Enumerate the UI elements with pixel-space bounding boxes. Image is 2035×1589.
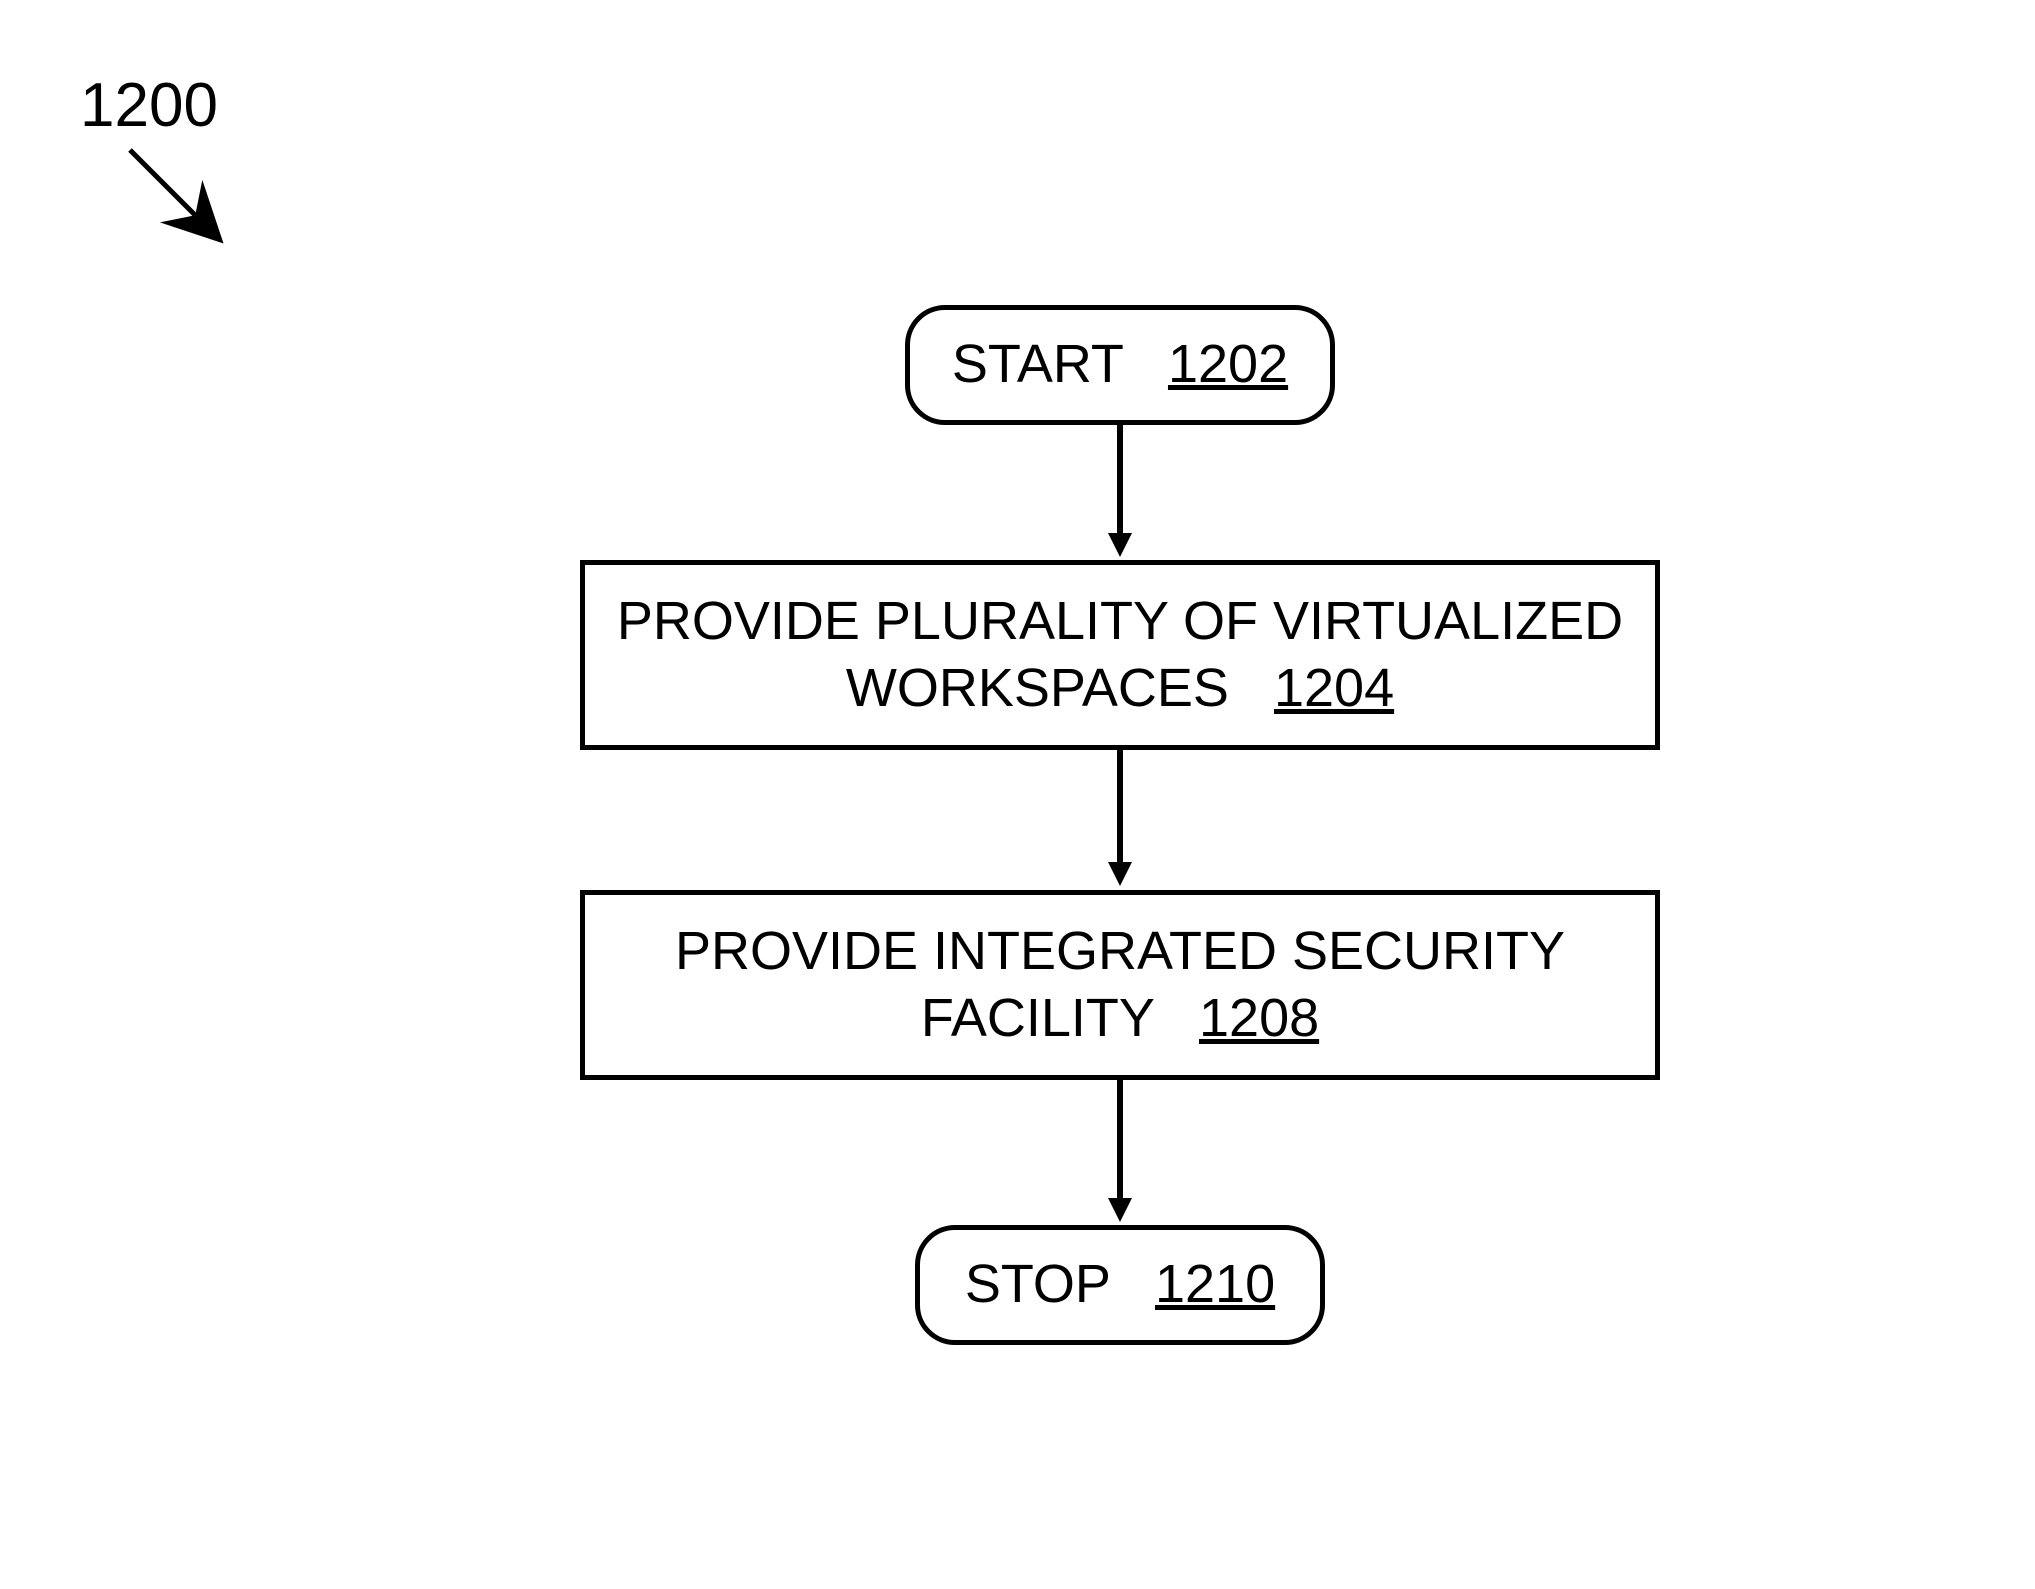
start-ref: 1202 bbox=[1168, 334, 1288, 394]
start-node: START 1202 bbox=[905, 305, 1335, 425]
stop-node: STOP 1210 bbox=[915, 1225, 1325, 1345]
start-text: START bbox=[952, 334, 1123, 394]
step2-node: PROVIDE INTEGRATED SECURITY FACILITY 120… bbox=[580, 890, 1660, 1080]
stop-text: STOP bbox=[965, 1254, 1110, 1314]
arrow-step1-to-step2 bbox=[1090, 750, 1150, 900]
step2-ref: 1208 bbox=[1199, 988, 1319, 1048]
figure-label-arrow bbox=[120, 140, 250, 270]
arrow-start-to-step1 bbox=[1090, 425, 1150, 565]
flowchart-canvas: 1200 START 1202 PROVIDE PLURALITY OF VIR… bbox=[0, 0, 2035, 1589]
figure-number-label: 1200 bbox=[80, 70, 218, 141]
arrow-step2-to-stop bbox=[1090, 1080, 1150, 1235]
step1-ref: 1204 bbox=[1274, 658, 1394, 718]
step1-text: PROVIDE PLURALITY OF VIRTUALIZED WORKSPA… bbox=[617, 591, 1623, 719]
step2-text: PROVIDE INTEGRATED SECURITY FACILITY bbox=[675, 921, 1565, 1049]
step1-node: PROVIDE PLURALITY OF VIRTUALIZED WORKSPA… bbox=[580, 560, 1660, 750]
stop-ref: 1210 bbox=[1155, 1254, 1275, 1314]
